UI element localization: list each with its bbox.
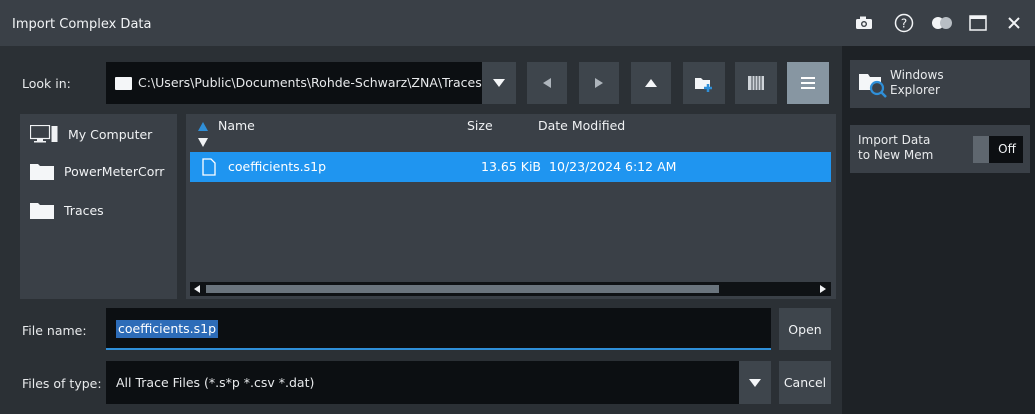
- scroll-left-icon[interactable]: [194, 285, 200, 293]
- toggle-knob: [973, 136, 989, 163]
- windows-explorer-button[interactable]: Windows Explorer: [850, 60, 1030, 108]
- scrollbar-thumb[interactable]: [206, 285, 719, 293]
- sort-descending-icon: [198, 135, 255, 150]
- list-icon: [801, 77, 815, 89]
- sidebar-item-label: Traces: [64, 202, 104, 218]
- import-label: Import Data to New Mem: [858, 133, 934, 162]
- sidebar-item-label: PowerMeterCorr: [64, 163, 165, 179]
- file-list: Name Size Date Modified coefficients.s1p…: [186, 114, 836, 299]
- svg-text:?: ?: [901, 17, 907, 31]
- detail-view-button[interactable]: [735, 62, 777, 104]
- look-in-dropdown-button[interactable]: [482, 62, 516, 104]
- file-row[interactable]: coefficients.s1p 13.65 KiB 10/23/2024 6:…: [190, 152, 831, 182]
- toggle-state: Off: [998, 142, 1016, 156]
- import-to-new-mem: Import Data to New Mem Off: [850, 125, 1030, 173]
- sidebar-item-powermetercorr[interactable]: PowerMeterCorr: [30, 161, 164, 181]
- folder-icon: [30, 203, 54, 219]
- window-title: Import Complex Data: [12, 17, 152, 32]
- new-folder-icon: [695, 78, 712, 92]
- arrow-right-icon: [595, 78, 603, 88]
- file-name-cell: coefficients.s1p: [228, 159, 327, 174]
- chevron-down-icon: [493, 79, 505, 87]
- list-view-button[interactable]: [787, 62, 829, 104]
- camera-icon[interactable]: [852, 12, 876, 34]
- file-name-input[interactable]: coefficients.s1p: [106, 308, 771, 350]
- windows-explorer-label: Windows Explorer: [890, 68, 944, 97]
- arrow-up-icon: [645, 79, 657, 87]
- sort-ascending-icon: [198, 122, 208, 131]
- file-type-value: All Trace Files (*.s*p *.csv *.dat): [116, 375, 315, 390]
- forward-button[interactable]: [579, 62, 619, 104]
- folder-icon: [115, 77, 132, 90]
- import-toggle[interactable]: Off: [973, 136, 1023, 163]
- help-icon[interactable]: ?: [892, 12, 916, 34]
- file-icon: [202, 158, 216, 176]
- file-name-label: File name:: [22, 323, 87, 338]
- chevron-down-icon: [749, 378, 761, 387]
- title-bar: Import Complex Data ?: [0, 0, 1035, 46]
- open-button[interactable]: Open: [779, 308, 831, 350]
- column-header-modified[interactable]: Date Modified: [538, 118, 625, 133]
- folder-icon: [30, 164, 54, 180]
- column-header-name[interactable]: Name: [198, 118, 255, 150]
- cancel-button[interactable]: Cancel: [779, 361, 831, 404]
- new-folder-button[interactable]: [683, 62, 725, 104]
- column-header-size[interactable]: Size: [467, 118, 493, 133]
- computer-icon: [30, 125, 58, 143]
- scroll-right-icon[interactable]: [820, 285, 826, 293]
- file-modified-cell: 10/23/2024 6:12 AM: [549, 159, 677, 174]
- toggle-icon[interactable]: [930, 12, 954, 34]
- column-name-label: Name: [217, 118, 255, 133]
- horizontal-scrollbar[interactable]: [190, 282, 831, 296]
- look-in-path: C:\Users\Public\Documents\Rohde-Schwarz\…: [138, 75, 482, 90]
- file-size-cell: 13.65 KiB: [481, 159, 542, 174]
- file-type-dropdown-button[interactable]: [739, 361, 771, 404]
- maximize-icon[interactable]: [966, 12, 990, 34]
- look-in-label: Look in:: [22, 76, 71, 91]
- sidebar-item-my-computer[interactable]: My Computer: [30, 124, 152, 144]
- columns-icon: [748, 76, 764, 90]
- look-in-combo[interactable]: C:\Users\Public\Documents\Rohde-Schwarz\…: [106, 62, 516, 104]
- sidebar-item-traces[interactable]: Traces: [30, 200, 104, 220]
- file-type-select[interactable]: All Trace Files (*.s*p *.csv *.dat): [106, 361, 771, 404]
- sidebar-item-label: My Computer: [68, 126, 153, 142]
- arrow-left-icon: [543, 78, 551, 88]
- places-sidebar: My Computer PowerMeterCorr Traces: [20, 114, 177, 299]
- file-name-value: coefficients.s1p: [116, 320, 219, 338]
- explorer-search-icon: [859, 74, 887, 98]
- close-icon[interactable]: [1002, 12, 1026, 34]
- back-button[interactable]: [527, 62, 567, 104]
- file-type-label: Files of type:: [22, 376, 102, 391]
- up-folder-button[interactable]: [631, 62, 671, 104]
